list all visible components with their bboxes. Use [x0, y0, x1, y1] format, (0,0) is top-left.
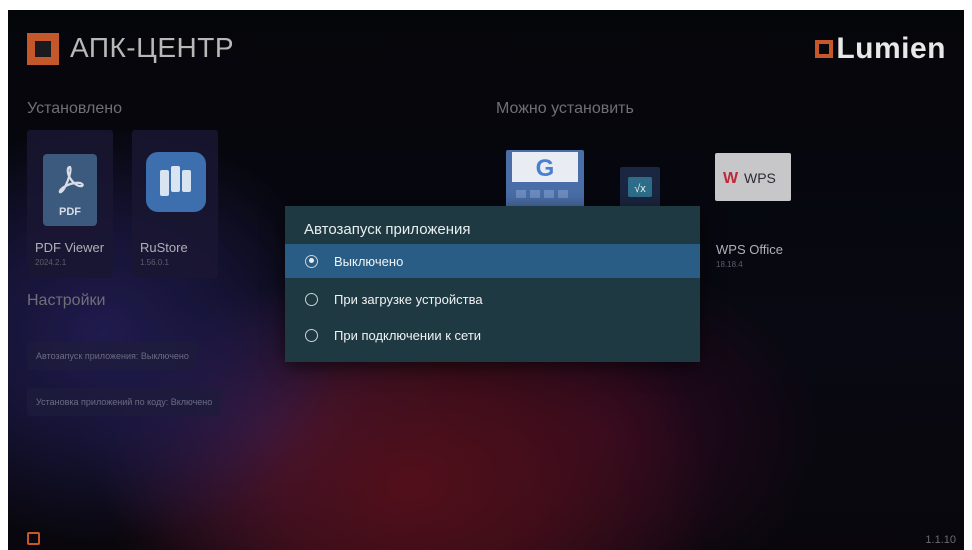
brand-name: Lumien — [836, 32, 946, 65]
setting-autostart[interactable]: Автозапуск приложения: Выключено — [27, 342, 198, 370]
autostart-dialog: Автозапуск приложения Выключено При загр… — [285, 206, 700, 362]
settings-section-title: Настройки — [27, 292, 106, 309]
app-title: АПК-ЦЕНТР — [70, 32, 235, 63]
option-on-network[interactable]: При подключении к сети — [285, 318, 700, 352]
dialog-title: Автозапуск приложения — [304, 221, 471, 238]
wps-logo-icon: W WPS — [723, 170, 776, 187]
option-on-boot[interactable]: При загрузке устройства — [285, 282, 700, 316]
app-tile-rustore[interactable]: RuStore 1.56.0.1 — [132, 130, 218, 278]
available-section-title: Можно установить — [496, 100, 634, 117]
svg-text:G: G — [536, 155, 555, 182]
rustore-glyph-icon — [160, 166, 191, 196]
installed-section-title: Установлено — [27, 100, 122, 117]
app-version: 2024.2.1 — [35, 258, 67, 267]
radio-icon — [305, 328, 318, 342]
brand-logo: Lumien — [815, 32, 946, 66]
app-name: RuStore — [140, 240, 188, 255]
radio-selected-icon — [305, 254, 318, 268]
app-version-wps: 18.18.4 — [716, 260, 743, 269]
rustore-icon — [146, 152, 206, 212]
app-name-wps: WPS Office — [716, 242, 783, 257]
app-version: 1.56.0.1 — [140, 258, 169, 267]
app-logo-icon — [27, 33, 59, 65]
google-keyboard-icon[interactable]: G — [506, 150, 584, 212]
svg-text:√x: √x — [634, 183, 646, 195]
exit-icon[interactable] — [27, 532, 40, 545]
wps-office-icon[interactable]: W WPS — [715, 153, 791, 201]
option-disabled[interactable]: Выключено — [285, 244, 700, 278]
radio-icon — [305, 292, 318, 306]
app-tile-pdf-viewer[interactable]: PDF PDF Viewer 2024.2.1 — [27, 130, 113, 278]
option-label: Выключено — [334, 253, 404, 269]
option-label: При подключении к сети — [334, 327, 482, 343]
option-label: При загрузке устройства — [334, 291, 483, 307]
acrobat-glyph-icon — [58, 165, 84, 194]
app-version-label: 1.1.10 — [925, 534, 956, 546]
setting-install-by-code[interactable]: Установка приложений по коду: Включено — [27, 388, 222, 416]
wps-logo-text: WPS — [744, 170, 776, 186]
google-g-icon: G — [512, 152, 578, 198]
calculator-icon[interactable]: √x — [620, 167, 660, 207]
sqrt-glyph-icon: √x — [628, 177, 652, 197]
tv-screen: АПК-ЦЕНТР Lumien Установлено PDF PDF Vie… — [8, 10, 964, 550]
brand-square-icon — [815, 40, 834, 58]
pdf-icon-label: PDF — [59, 206, 81, 218]
app-name: PDF Viewer — [35, 240, 105, 255]
pdf-icon: PDF — [43, 154, 97, 226]
svg-text:W: W — [723, 170, 739, 187]
